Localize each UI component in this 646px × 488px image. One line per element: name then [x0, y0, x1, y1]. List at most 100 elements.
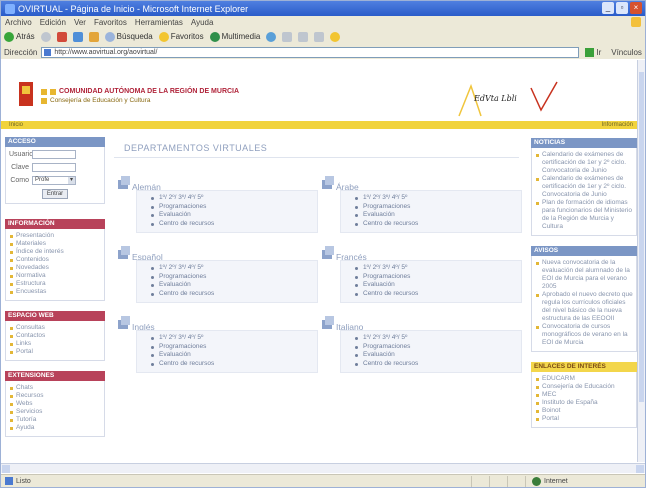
web-item[interactable]: Consultas — [9, 324, 101, 332]
dept-link-evaluation[interactable]: Evaluación — [355, 211, 521, 220]
info-link[interactable]: Información — [602, 122, 633, 128]
notice-item[interactable]: Nueva convocatoria de la evaluación del … — [535, 259, 633, 291]
info-item[interactable]: Encuestas — [9, 288, 101, 296]
dept-link-evaluation[interactable]: Evaluación — [355, 281, 521, 290]
web-item[interactable]: Portal — [9, 348, 101, 356]
info-item[interactable]: Contenidos — [9, 256, 101, 264]
ext-item[interactable]: Servicios — [9, 408, 101, 416]
messenger-button[interactable] — [330, 31, 341, 42]
web-item[interactable]: Contactos — [9, 332, 101, 340]
address-input[interactable]: http://www.aovirtual.org/aovirtual/ — [41, 46, 580, 58]
dept-link-programs[interactable]: Programaciones — [151, 203, 317, 212]
back-button[interactable]: Atrás — [4, 31, 35, 42]
link-item[interactable]: Consejería de Educación — [535, 383, 633, 391]
status-bar: Listo Internet — [1, 474, 645, 487]
access-title: ACCESO — [5, 137, 105, 147]
site-logo[interactable]: EdVta Lbli — [474, 94, 517, 103]
info-item[interactable]: Índice de interés — [9, 248, 101, 256]
menu-archivo[interactable]: Archivo — [5, 18, 32, 27]
user-input[interactable] — [32, 150, 76, 159]
home-link[interactable]: Inicio — [9, 122, 23, 128]
dept-link-evaluation[interactable]: Evaluación — [151, 281, 317, 290]
history-button[interactable] — [266, 31, 277, 42]
news-title: NOTICIAS — [531, 138, 637, 148]
dept-link-evaluation[interactable]: Evaluación — [355, 351, 521, 360]
web-item[interactable]: Links — [9, 340, 101, 348]
dept-link-resources[interactable]: Centro de recursos — [355, 290, 521, 299]
page-icon — [44, 48, 52, 56]
ext-item[interactable]: Chats — [9, 384, 101, 392]
dept-link-resources[interactable]: Centro de recursos — [151, 290, 317, 299]
menu-ver[interactable]: Ver — [74, 18, 86, 27]
link-item[interactable]: EDUCARM — [535, 375, 633, 383]
stop-button[interactable] — [56, 31, 67, 42]
dept-link-programs[interactable]: Programaciones — [355, 343, 521, 352]
dept-link-programs[interactable]: Programaciones — [151, 343, 317, 352]
dept-link-resources[interactable]: Centro de recursos — [355, 360, 521, 369]
info-item[interactable]: Presentación — [9, 232, 101, 240]
close-button[interactable]: × — [630, 2, 642, 14]
minimize-button[interactable]: _ — [602, 2, 614, 14]
news-item[interactable]: Calendario de exámenes de certificación … — [535, 151, 633, 175]
scroll-left-icon[interactable] — [2, 465, 10, 473]
ext-item[interactable]: Ayuda — [9, 424, 101, 432]
ext-item[interactable]: Recursos — [9, 392, 101, 400]
favorites-button[interactable]: Favoritos — [158, 31, 204, 42]
dept-link-programs[interactable]: Programaciones — [355, 273, 521, 282]
password-input[interactable] — [32, 163, 76, 172]
dept-link-programs[interactable]: Programaciones — [355, 203, 521, 212]
role-label: Como — [10, 177, 29, 184]
ext-item[interactable]: Webs — [9, 400, 101, 408]
edit-button[interactable] — [314, 31, 325, 42]
dept-link-levels[interactable]: 1º/ 2º/ 3º/ 4º/ 5º — [355, 264, 521, 273]
search-button[interactable]: Búsqueda — [104, 31, 153, 42]
dept-link-levels[interactable]: 1º/ 2º/ 3º/ 4º/ 5º — [151, 194, 317, 203]
menu-herramientas[interactable]: Herramientas — [135, 18, 183, 27]
dept-link-levels[interactable]: 1º/ 2º/ 3º/ 4º/ 5º — [151, 334, 317, 343]
dept-link-evaluation[interactable]: Evaluación — [151, 351, 317, 360]
link-item[interactable]: MEC — [535, 391, 633, 399]
dept-link-evaluation[interactable]: Evaluación — [151, 211, 317, 220]
dept-link-levels[interactable]: 1º/ 2º/ 3º/ 4º/ 5º — [355, 334, 521, 343]
vertical-scrollbar[interactable] — [637, 60, 645, 462]
dept-link-resources[interactable]: Centro de recursos — [151, 360, 317, 369]
info-item[interactable]: Materiales — [9, 240, 101, 248]
dept-link-resources[interactable]: Centro de recursos — [355, 220, 521, 229]
go-button[interactable]: Ir — [585, 47, 601, 57]
link-item[interactable]: Boinot — [535, 407, 633, 415]
news-item[interactable]: Plan de formación de idiomas para funcio… — [535, 199, 633, 231]
link-item[interactable]: Portal — [535, 415, 633, 423]
print-button[interactable] — [298, 31, 309, 42]
menu-ayuda[interactable]: Ayuda — [191, 18, 214, 27]
link-item[interactable]: Instituto de España — [535, 399, 633, 407]
notice-item[interactable]: Aprobado el nuevo decreto que regula los… — [535, 291, 633, 323]
scroll-right-icon[interactable] — [636, 465, 644, 473]
news-item[interactable]: Calendario de exámenes de certificación … — [535, 175, 633, 199]
links-button[interactable]: Vínculos — [611, 48, 642, 57]
info-item[interactable]: Normativa — [9, 272, 101, 280]
password-label: Clave — [11, 164, 29, 171]
scroll-thumb[interactable] — [639, 72, 644, 402]
print-icon — [298, 31, 309, 42]
multimedia-button[interactable]: Multimedia — [209, 31, 260, 42]
info-item[interactable]: Estructura — [9, 280, 101, 288]
menu-edicion[interactable]: Edición — [40, 18, 66, 27]
horizontal-scrollbar[interactable] — [1, 463, 645, 473]
enter-button[interactable]: Entrar — [42, 189, 68, 199]
forward-button[interactable] — [40, 31, 51, 42]
dept-link-levels[interactable]: 1º/ 2º/ 3º/ 4º/ 5º — [151, 264, 317, 273]
maximize-button[interactable]: ▫ — [616, 2, 628, 14]
folder-icon — [118, 246, 130, 260]
dept-link-programs[interactable]: Programaciones — [151, 273, 317, 282]
refresh-button[interactable] — [72, 31, 83, 42]
ext-item[interactable]: Tutoría — [9, 416, 101, 424]
dept-link-levels[interactable]: 1º/ 2º/ 3º/ 4º/ 5º — [355, 194, 521, 203]
home-button[interactable] — [88, 31, 99, 42]
user-label: Usuario — [9, 151, 34, 158]
notice-item[interactable]: Convocatoria de cursos monográficos de v… — [535, 323, 633, 347]
dept-link-resources[interactable]: Centro de recursos — [151, 220, 317, 229]
menu-favoritos[interactable]: Favoritos — [94, 18, 127, 27]
mail-button[interactable] — [282, 31, 293, 42]
info-item[interactable]: Novedades — [9, 264, 101, 272]
role-select[interactable]: Profe ▾ — [32, 176, 76, 185]
